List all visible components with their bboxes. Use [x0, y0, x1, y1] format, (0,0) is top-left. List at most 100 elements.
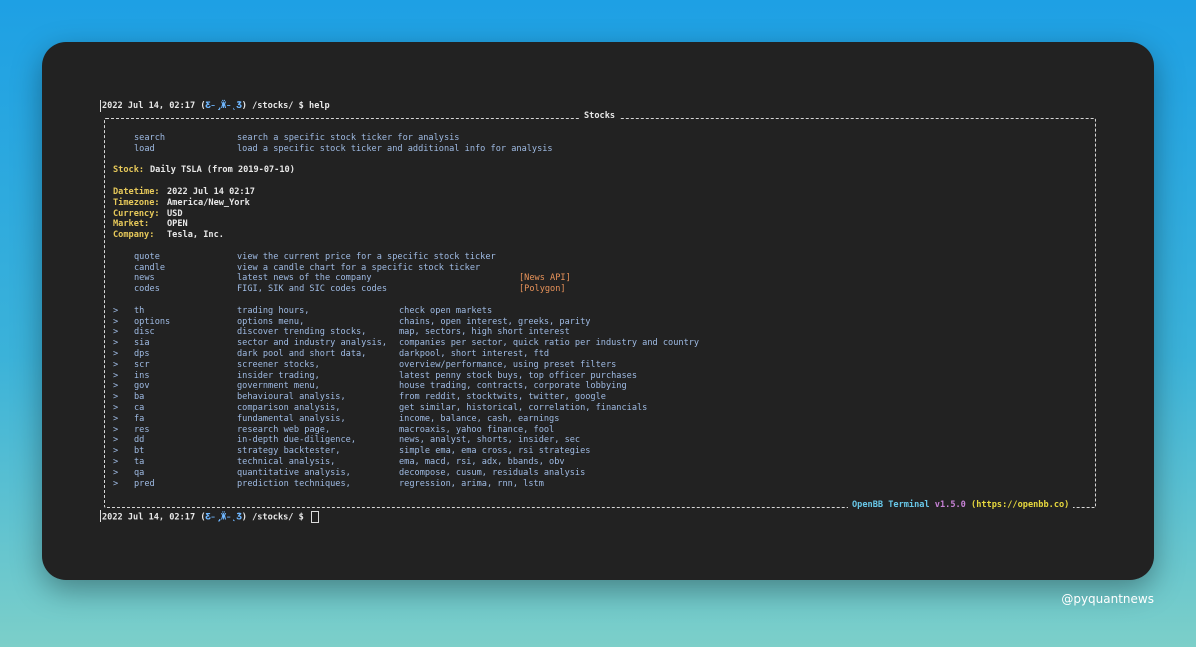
footer-url[interactable]: (https://openbb.co) [971, 500, 1069, 510]
prompt-path: /stocks/ $ [252, 101, 304, 111]
menu-arrow: > [113, 457, 119, 467]
menu-name: fa [134, 413, 145, 424]
menu-detail: chains, open interest, greeks, parity [399, 316, 591, 327]
menu-description: sector and industry analysis, [237, 338, 388, 349]
info-value: 2022 Jul 14 02:17 [167, 187, 255, 197]
footer-version: v1.5.0 [934, 500, 966, 510]
footer-name: OpenBB Terminal [852, 500, 930, 510]
menu-arrow: > [113, 338, 119, 349]
menu-name: pred [134, 478, 155, 489]
menu-arrow: > [113, 424, 119, 435]
butterfly-icon: Ƹ̵̡Ӝ̵̨̄Ʒ [205, 101, 242, 111]
terminal-content: 2022 Jul 14, 02:17 (Ƹ̵̡Ӝ̵̨̄Ʒ) /stocks/ $… [42, 42, 1154, 580]
stock-value: Daily TSLA (from 2019-07-10) [150, 165, 295, 176]
menu-description: quantitative analysis, [237, 467, 351, 478]
menu-detail: latest penny stock buys, top officer pur… [399, 370, 637, 381]
menu-detail: house trading, contracts, corporate lobb… [399, 381, 627, 392]
menu-arrow: > [113, 403, 119, 413]
menu-detail: map, sectors, high short interest [399, 327, 570, 338]
prompt-bottom[interactable]: 2022 Jul 14, 02:17 (Ƹ̵̡Ӝ̵̨̄Ʒ) /stocks/ $ [102, 511, 320, 523]
menu-detail: get similar, historical, correlation, fi… [399, 403, 648, 413]
menu-name: options [134, 316, 171, 327]
text-cursor[interactable] [311, 511, 320, 523]
source-tag: [Polygon] [519, 284, 566, 295]
stock-label: Stock: [113, 165, 145, 176]
menu-description: technical analysis, [237, 457, 336, 467]
menu-name: gov [134, 381, 150, 392]
menu-arrow: > [113, 316, 119, 327]
menu-detail: macroaxis, yahoo finance, fool [399, 424, 555, 435]
menu-name: res [134, 424, 150, 435]
menu-description: in-depth due-diligence, [237, 435, 356, 446]
menu-name: ba [134, 392, 145, 403]
menu-arrow: > [113, 370, 119, 381]
menu-name: sia [134, 338, 150, 349]
menu-description: comparison analysis, [237, 403, 341, 413]
menu-detail: overview/performance, using preset filte… [399, 359, 617, 370]
info-label: Timezone: [113, 197, 160, 208]
menu-description: insider trading, [237, 370, 320, 381]
menu-description: dark pool and short data, [237, 349, 367, 359]
info-value: USD [167, 208, 183, 219]
menu-arrow: > [113, 381, 119, 392]
command-description: search a specific stock ticker for analy… [237, 133, 460, 143]
prompt-command: help [309, 101, 330, 111]
menu-arrow: > [113, 359, 119, 370]
menu-name: ta [134, 457, 145, 467]
menu-arrow: > [113, 413, 119, 424]
prompt-datetime: 2022 Jul 14, 02:17 [102, 101, 196, 111]
info-label: Company: [113, 230, 160, 241]
menu-description: fundamental analysis, [237, 413, 346, 424]
menu-name: disc [134, 327, 155, 338]
menu-name: scr [134, 359, 150, 370]
prompt-gutter [100, 100, 101, 112]
menu-description: research web page, [237, 424, 331, 435]
command-description: latest news of the company [237, 273, 372, 284]
menu-detail: regression, arima, rnn, lstm [399, 478, 544, 489]
info-value: America/New_York [167, 197, 250, 208]
menu-arrow: > [113, 327, 119, 338]
menu-arrow: > [113, 305, 119, 316]
menu-detail: darkpool, short interest, ftd [399, 349, 550, 359]
butterfly-icon: Ƹ̵̡Ӝ̵̨̄Ʒ [205, 512, 242, 523]
command-description: view the current price for a specific st… [237, 251, 496, 262]
menu-detail: ema, macd, rsi, adx, bbands, obv [399, 457, 565, 467]
menu-description: prediction techniques, [237, 478, 351, 489]
prompt-path: /stocks/ $ [252, 512, 304, 523]
command-description: FIGI, SIK and SIC codes codes [237, 284, 388, 295]
menu-name: ca [134, 403, 145, 413]
menu-arrow: > [113, 349, 119, 359]
menu-arrow: > [113, 435, 119, 446]
info-value: Tesla, Inc. [167, 230, 224, 241]
menu-arrow: > [113, 446, 119, 457]
command-description: view a candle chart for a specific stock… [237, 262, 481, 273]
terminal-window: 2022 Jul 14, 02:17 (Ƹ̵̡Ӝ̵̨̄Ʒ) /stocks/ $… [42, 42, 1154, 580]
menu-name: th [134, 305, 145, 316]
source-tag: [News API] [519, 273, 571, 284]
menu-name: ins [134, 370, 150, 381]
info-label: Datetime: [113, 187, 160, 197]
menu-detail: companies per sector, quick ratio per in… [399, 338, 700, 349]
watermark: @pyquantnews [1061, 592, 1154, 606]
command-name: codes [134, 284, 160, 295]
panel-title: Stocks [580, 111, 620, 122]
command-name: news [134, 273, 155, 284]
menu-arrow: > [113, 467, 119, 478]
menu-description: government menu, [237, 381, 320, 392]
menu-description: discover trending stocks, [237, 327, 367, 338]
panel-footer: OpenBB Terminal v1.5.0 (https://openbb.c… [848, 500, 1074, 511]
menu-name: dd [134, 435, 145, 446]
prompt-top: 2022 Jul 14, 02:17 (Ƹ̵̡Ӝ̵̨̄Ʒ) /stocks/ $… [102, 101, 330, 111]
prompt-datetime: 2022 Jul 14, 02:17 [102, 512, 196, 523]
menu-name: dps [134, 349, 150, 359]
command-name: search [134, 133, 166, 143]
command-name: load [134, 143, 155, 154]
command-name: quote [134, 251, 160, 262]
menu-description: strategy backtester, [237, 446, 341, 457]
info-label: Currency: [113, 208, 160, 219]
menu-description: behavioural analysis, [237, 392, 346, 403]
menu-description: trading hours, [237, 305, 310, 316]
info-value: OPEN [167, 219, 188, 230]
menu-description: options menu, [237, 316, 305, 327]
menu-name: qa [134, 467, 145, 478]
